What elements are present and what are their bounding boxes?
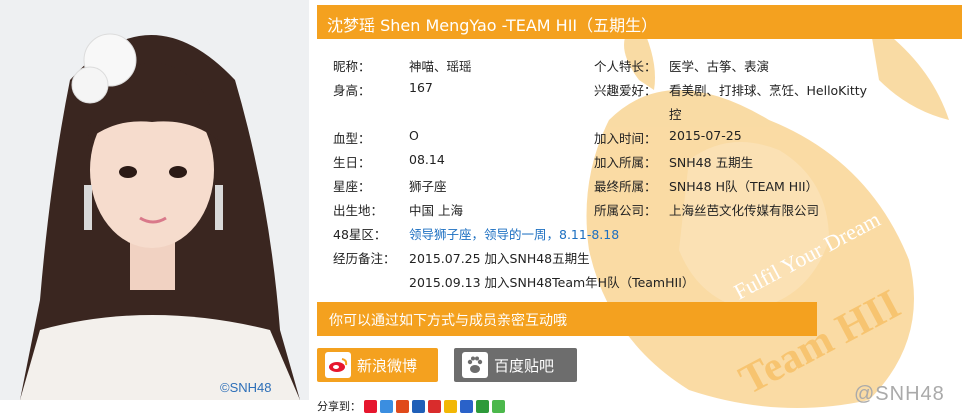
value-history-1: 2015.07.25 加入SNH48五期生 <box>409 251 590 266</box>
value-birthday: 08.14 <box>409 152 445 167</box>
value-height: 167 <box>409 80 433 95</box>
share-more-icon[interactable] <box>492 399 505 413</box>
weibo-button[interactable]: 新浪微博 <box>317 348 438 382</box>
photo-watermark: ©SNH48 <box>220 380 272 395</box>
member-portrait-image <box>0 0 309 400</box>
member-name-title: 沈梦瑶 Shen MengYao -TEAM HII（五期生） <box>327 16 658 35</box>
share-weibo-icon[interactable] <box>364 399 377 413</box>
label-birthday: 生日： <box>333 155 371 170</box>
share-renren-icon[interactable] <box>412 399 425 413</box>
value-join-group: SNH48 五期生 <box>669 155 754 170</box>
baidu-paw-icon <box>462 352 488 378</box>
contact-text: 你可以通过如下方式与成员亲密互动哦 <box>329 313 567 329</box>
share-baidu-icon[interactable] <box>460 399 473 413</box>
value-birthplace: 中国 上海 <box>409 203 463 218</box>
value-final-group: SNH48 H队（TEAM HII） <box>669 179 819 194</box>
label-48-star-zone: 48星区： <box>333 227 387 242</box>
label-birthplace: 出生地： <box>333 203 384 218</box>
contact-bar: 你可以通过如下方式与成员亲密互动哦 <box>317 302 817 336</box>
value-star-sign: 狮子座 <box>409 179 447 194</box>
label-join-group: 加入所属： <box>594 155 657 170</box>
value-nickname: 神喵、瑶瑶 <box>409 59 472 74</box>
value-specialty: 医学、古筝、表演 <box>669 59 770 74</box>
share-qzone-icon[interactable] <box>380 399 393 413</box>
corner-watermark: @SNH48 <box>854 383 945 405</box>
star-zone-link[interactable]: 领导狮子座，领导的一周，8.11-8.18 <box>409 224 619 243</box>
value-hobbies-cont: 控 <box>669 107 682 122</box>
title-bar: 沈梦瑶 Shen MengYao -TEAM HII（五期生） <box>317 5 962 39</box>
share-row: 分享到： <box>317 398 505 414</box>
member-photo: ©SNH48 <box>0 0 309 400</box>
weibo-icon <box>325 352 351 378</box>
tieba-label: 百度贴吧 <box>494 356 555 375</box>
label-star-sign: 星座： <box>333 179 371 194</box>
label-company: 所属公司： <box>594 203 657 218</box>
value-join-date: 2015-07-25 <box>669 128 742 143</box>
label-history: 经历备注： <box>333 251 396 266</box>
label-nickname: 昵称： <box>333 59 371 74</box>
share-label: 分享到： <box>317 400 361 413</box>
label-specialty: 个人特长： <box>594 59 657 74</box>
share-kaixin-icon[interactable] <box>428 399 441 413</box>
share-tencent-icon[interactable] <box>396 399 409 413</box>
weibo-label: 新浪微博 <box>357 356 418 375</box>
label-height: 身高： <box>333 83 371 98</box>
share-star-icon[interactable] <box>444 399 457 413</box>
profile-panel: Fulfil Your Dream Team HII 沈梦瑶 Shen Meng… <box>309 0 969 417</box>
value-history-2: 2015.09.13 加入SNH48Team年H队（TeamHII） <box>409 275 695 290</box>
share-douban-icon[interactable] <box>476 399 489 413</box>
value-hobbies: 看美剧、打排球、烹饪、HelloKitty <box>669 83 868 98</box>
value-blood-type: O <box>409 128 419 143</box>
label-hobbies: 兴趣爱好： <box>594 83 657 98</box>
value-company: 上海丝芭文化传媒有限公司 <box>669 203 820 218</box>
label-blood-type: 血型： <box>333 131 371 146</box>
label-join-date: 加入时间： <box>594 131 657 146</box>
tieba-button[interactable]: 百度贴吧 <box>454 348 577 382</box>
label-final-group: 最终所属： <box>594 179 657 194</box>
